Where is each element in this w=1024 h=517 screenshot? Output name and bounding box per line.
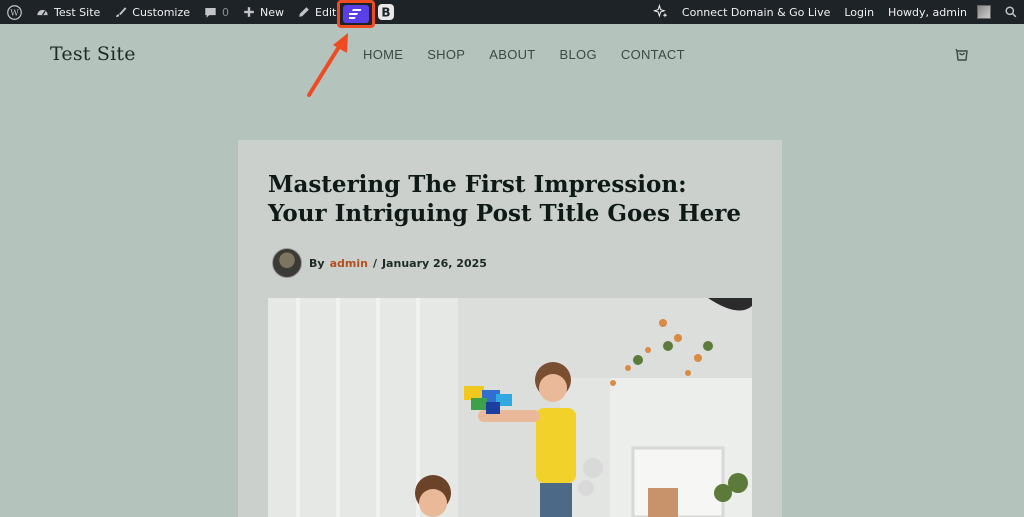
site-name-label: Test Site <box>54 5 101 19</box>
comments-count: 0 <box>222 5 230 19</box>
pencil-icon <box>299 7 309 17</box>
admin-avatar <box>977 5 991 19</box>
nav-home[interactable]: HOME <box>363 47 403 62</box>
featured-image <box>268 298 752 517</box>
site-name-menu[interactable]: Test Site <box>29 0 107 24</box>
b-logo-button[interactable]: B <box>377 3 394 21</box>
admin-search[interactable] <box>998 0 1024 24</box>
wordpress-menu[interactable]: W <box>0 0 29 24</box>
post-title: Mastering The First Impression: Your Int… <box>268 171 742 227</box>
plugin-icon <box>349 9 362 19</box>
new-content-menu[interactable]: New <box>236 0 291 24</box>
featured-image-illustration <box>268 298 752 517</box>
cart-icon[interactable] <box>954 46 970 62</box>
customize-label: Customize <box>132 5 191 19</box>
main-nav: HOME SHOP ABOUT BLOG CONTACT <box>363 47 709 62</box>
login-link[interactable]: Login <box>837 0 881 24</box>
post-date: January 26, 2025 <box>381 256 487 270</box>
author-link[interactable]: admin <box>330 257 368 270</box>
howdy-label: Howdy, admin <box>888 5 967 19</box>
login-label: Login <box>844 5 875 19</box>
post-meta: By admin / January 26, 2025 <box>272 248 487 278</box>
sparkle-icon <box>652 4 668 18</box>
plus-icon <box>244 7 254 17</box>
nav-about[interactable]: ABOUT <box>489 47 535 62</box>
brush-icon <box>116 6 127 17</box>
meta-separator: / <box>372 256 377 270</box>
connect-domain-link[interactable]: Connect Domain & Go Live <box>646 0 837 24</box>
wordpress-logo-icon: W <box>7 4 22 20</box>
connect-domain-label: Connect Domain & Go Live <box>681 5 831 19</box>
site-title[interactable]: Test Site <box>50 43 136 65</box>
nav-shop[interactable]: SHOP <box>427 47 465 62</box>
comments-link[interactable]: 0 <box>197 0 236 24</box>
admin-bar: W Test Site Customize 0 New Edit Post Co… <box>0 0 1024 24</box>
comment-icon <box>205 7 216 18</box>
search-icon <box>1005 6 1017 18</box>
my-account-menu[interactable]: Howdy, admin <box>881 0 998 24</box>
new-label: New <box>260 5 285 19</box>
by-label: By <box>309 256 325 270</box>
nav-contact[interactable]: CONTACT <box>621 47 685 62</box>
b-logo-icon: B <box>377 4 394 20</box>
annotation-arrow-icon <box>307 33 348 97</box>
nav-blog[interactable]: BLOG <box>560 47 597 62</box>
svg-text:W: W <box>10 7 19 17</box>
post-card: Mastering The First Impression: Your Int… <box>238 140 782 517</box>
author-avatar <box>272 248 302 278</box>
customize-link[interactable]: Customize <box>107 0 197 24</box>
dashboard-icon <box>37 9 48 15</box>
plugin-menu-button[interactable] <box>337 0 375 28</box>
svg-text:B: B <box>381 6 390 20</box>
